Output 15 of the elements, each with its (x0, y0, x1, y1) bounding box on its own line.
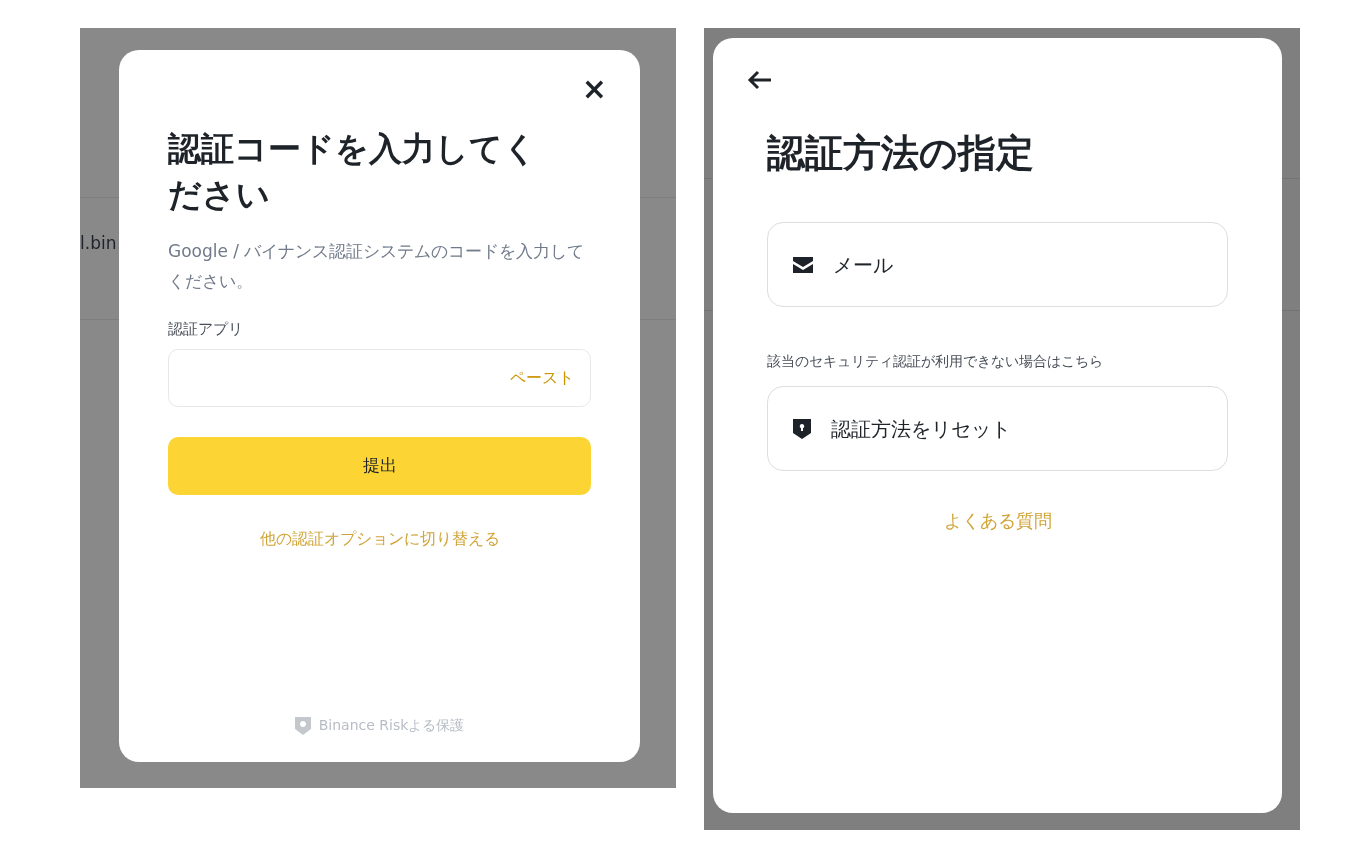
dialog-title: 認証方法の指定 (767, 130, 1035, 176)
envelope-icon (793, 256, 813, 273)
shield-icon (294, 716, 311, 735)
back-arrow-icon (747, 70, 773, 90)
background-text: l.bin (80, 232, 117, 255)
footer-text: Binance Riskよる保護 (318, 716, 465, 735)
dialog-description: Google / バイナンス認証システムのコードを入力してください。 (168, 240, 586, 293)
submit-button[interactable]: 提出 (168, 436, 591, 495)
verification-option[interactable]: メール (767, 222, 1228, 307)
close-button[interactable]: × (581, 74, 607, 104)
unavailable-note: 該当のセキュリティ認証が利用できない場合はこちら (767, 352, 1104, 371)
reset-option[interactable]: 認証方法をリセット (767, 386, 1228, 471)
field-label: 認証アプリ (168, 319, 244, 340)
dialog-title: 認証コードを入力してください (168, 128, 538, 216)
shield-lock-icon (793, 418, 811, 439)
